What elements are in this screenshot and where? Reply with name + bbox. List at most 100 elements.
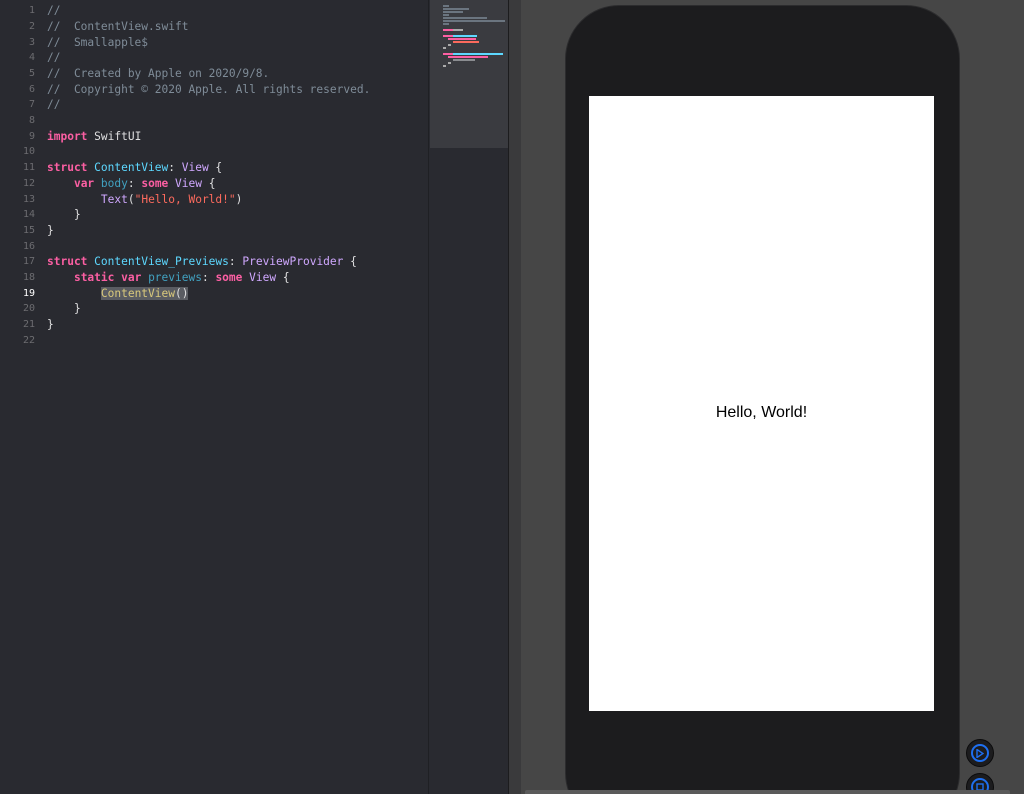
var-decl-token: previews (141, 271, 202, 284)
code-line[interactable]: 9 import SwiftUI (0, 129, 428, 145)
split-divider[interactable] (508, 0, 522, 794)
minimap-line (448, 38, 476, 40)
punct-token: } (73, 208, 81, 221)
line-number: 22 (22, 335, 35, 346)
code-line[interactable]: 14 } (0, 207, 428, 223)
type-token: PreviewProvider (235, 255, 344, 268)
code-text: // (47, 4, 61, 17)
code-line[interactable]: 12 var body: some View { (0, 176, 428, 192)
keyword-token: static (73, 271, 115, 284)
punct-token: ) (235, 193, 243, 206)
code-text: // Created by Apple on 2020/9/8. (47, 67, 270, 80)
minimap-viewport[interactable] (430, 0, 508, 148)
code-editor[interactable]: 1 // 2 // ContentView.swift 3 // Smallapple… (0, 0, 428, 794)
code-line[interactable]: 11 struct ContentView: View { (0, 160, 428, 176)
line-number: 15 (22, 225, 35, 236)
minimap-line (443, 20, 505, 22)
code-line[interactable]: 15} (0, 223, 428, 239)
keyword-token: import (47, 130, 88, 143)
type-token: View (175, 161, 209, 174)
code-text: import SwiftUI (47, 129, 141, 145)
line-number: 12 (22, 178, 35, 189)
code-line[interactable]: 3 // Smallapple$ (0, 35, 428, 51)
punct-token: () (174, 287, 189, 300)
preview-canvas: Hello, World! (521, 0, 1024, 794)
code-line[interactable]: 6 // Copyright © 2020 Apple. All rights r… (0, 82, 428, 98)
code-text: } (47, 317, 54, 333)
live-preview-button[interactable] (966, 739, 994, 767)
punct-token: { (201, 177, 216, 190)
code-text: } (47, 223, 54, 239)
code-line[interactable]: 20 } (0, 301, 428, 317)
function-token: ContentView (100, 287, 175, 300)
var-decl-token: body (94, 177, 128, 190)
punct-token: { (208, 161, 223, 174)
code-text: struct ContentView: View { (47, 160, 222, 176)
preview-screen[interactable]: Hello, World! (589, 96, 934, 711)
minimap-line (453, 29, 463, 31)
type-decl-token: ContentView (87, 161, 169, 174)
line-number: 6 (28, 84, 35, 95)
code-line[interactable]: 13 Text("Hello, World!") (0, 192, 428, 208)
string-token: "Hello, World!" (134, 193, 236, 206)
code-text: // Copyright © 2020 Apple. All rights re… (47, 83, 371, 96)
code-line[interactable]: 4 // (0, 50, 428, 66)
code-line[interactable]: 7 // (0, 97, 428, 113)
line-number: 16 (22, 241, 35, 252)
code-text: } (47, 207, 81, 223)
code-text: Text("Hello, World!") (47, 192, 243, 208)
minimap-line (453, 59, 475, 61)
code-line[interactable]: 5 // Created by Apple on 2020/9/8. (0, 66, 428, 82)
code-line[interactable]: 17 struct ContentView_Previews: PreviewPr… (0, 254, 428, 270)
code-text: struct ContentView_Previews: PreviewProv… (47, 254, 357, 270)
code-line[interactable]: 22 (0, 333, 428, 349)
code-line-current[interactable]: 19 ContentView() (0, 286, 428, 302)
line-number: 5 (28, 68, 35, 79)
minimap-line (448, 62, 451, 64)
keyword-token: var (114, 271, 142, 284)
keyword-token: var (73, 177, 95, 190)
punct-token: } (47, 318, 54, 331)
line-number: 20 (22, 303, 35, 314)
code-text: // ContentView.swift (47, 20, 189, 33)
line-number: 1 (28, 5, 35, 16)
code-line[interactable]: 21} (0, 317, 428, 333)
line-number: 3 (28, 37, 35, 48)
line-number: 17 (22, 256, 35, 267)
minimap-line (443, 5, 449, 7)
line-number: 7 (28, 99, 35, 110)
code-text: // (47, 98, 61, 111)
line-number: 11 (22, 162, 35, 173)
code-line[interactable]: 18 static var previews: some View { (0, 270, 428, 286)
hello-text: Hello, World! (715, 404, 808, 421)
canvas-bottom-bar (525, 790, 1010, 794)
play-icon (976, 748, 984, 758)
selected-token[interactable]: ContentView() (100, 287, 189, 300)
minimap[interactable] (428, 0, 509, 794)
play-circle-icon (971, 744, 989, 762)
line-number: 19 (22, 288, 35, 299)
code-line[interactable]: 8 (0, 113, 428, 129)
punct-token: ( (127, 193, 135, 206)
code-line[interactable]: 10 (0, 144, 428, 160)
code-line[interactable]: 2 // ContentView.swift (0, 19, 428, 35)
punct-token: : (228, 255, 236, 268)
line-number: 8 (28, 115, 35, 126)
punct-token: } (73, 302, 81, 315)
minimap-line (453, 53, 503, 55)
code-line[interactable]: 16 (0, 239, 428, 255)
line-number: 14 (22, 209, 35, 220)
module-token: SwiftUI (87, 130, 142, 143)
keyword-token: some (134, 177, 169, 190)
code-line[interactable]: 1 // (0, 3, 428, 19)
code-text: // Smallapple$ (47, 36, 149, 49)
punct-token: { (343, 255, 357, 268)
keyword-token: struct (47, 161, 88, 174)
line-number: 21 (22, 319, 35, 330)
punct-token: { (276, 271, 290, 284)
